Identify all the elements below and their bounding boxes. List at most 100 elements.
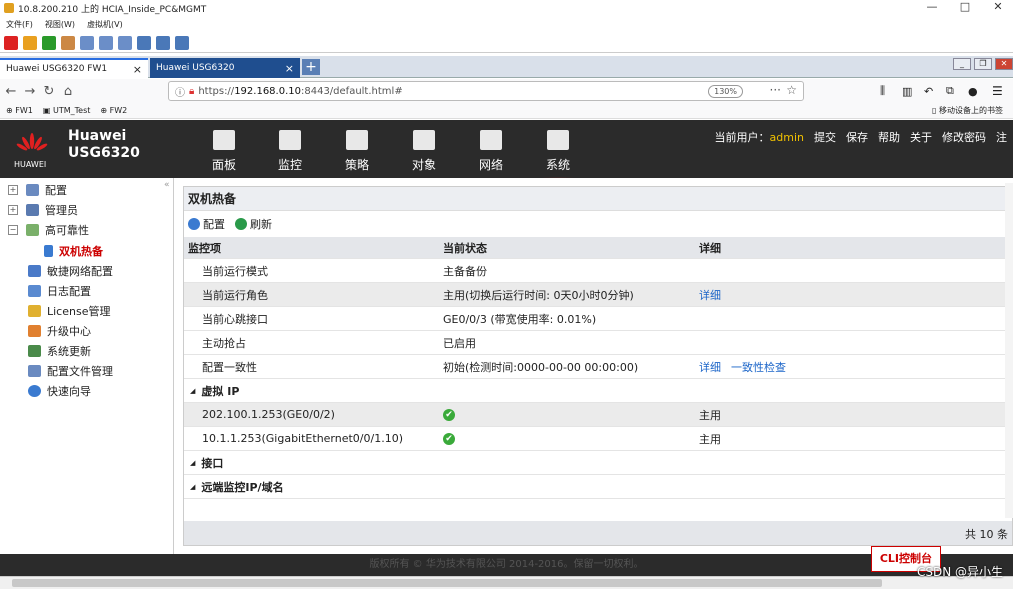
sidebar-item-config[interactable]: + 配置 bbox=[8, 181, 67, 199]
sidebar-item-label: 敏捷网络配置 bbox=[47, 265, 113, 278]
status-grid: 监控项 当前状态 详细 当前运行模式 主备备份 当前运行角色 主用(切换后运行时… bbox=[184, 237, 1012, 499]
refresh-button[interactable]: 刷新 bbox=[235, 216, 272, 232]
browser-close-button[interactable]: ✕ bbox=[995, 58, 1013, 70]
tab-usg6320[interactable]: Huawei USG6320 × bbox=[150, 58, 300, 78]
back-icon[interactable]: ← bbox=[3, 84, 19, 99]
settings-icon[interactable] bbox=[156, 35, 170, 50]
sidebar-item-agile-network[interactable]: 敏捷网络配置 bbox=[28, 262, 113, 280]
submit-button[interactable]: 提交 bbox=[814, 129, 836, 145]
logout-button[interactable]: 注 bbox=[996, 129, 1007, 145]
sidebar-item-label: 配置文件管理 bbox=[47, 365, 113, 378]
send-keys-icon[interactable] bbox=[137, 35, 151, 50]
row-detail: 主用 bbox=[699, 432, 721, 446]
sidebar-item-high-reliability[interactable]: − 高可靠性 bbox=[8, 221, 89, 239]
minimize-button[interactable]: — bbox=[922, 0, 942, 13]
info-icon[interactable]: ⓘ bbox=[175, 84, 185, 99]
help-button[interactable]: 帮助 bbox=[878, 129, 900, 145]
reload-icon[interactable]: ↻ bbox=[41, 84, 57, 99]
nav-network[interactable]: 网络 bbox=[465, 130, 517, 173]
nav-policy[interactable]: 策略 bbox=[331, 130, 383, 173]
sidebar-toggle-icon[interactable]: ▥ bbox=[902, 85, 912, 98]
change-password-button[interactable]: 修改密码 bbox=[942, 129, 986, 145]
sidebar-item-label: 双机热备 bbox=[59, 245, 103, 258]
collapse-sidebar-icon[interactable]: « bbox=[164, 180, 170, 190]
nav-system[interactable]: 系统 bbox=[526, 130, 590, 187]
vertical-scrollbar[interactable] bbox=[1005, 183, 1013, 518]
config-button[interactable]: 配置 bbox=[188, 216, 225, 232]
revert-icon[interactable] bbox=[99, 35, 113, 50]
expand-icon[interactable]: + bbox=[8, 185, 18, 195]
table-row: 10.1.1.253(GigabitEthernet0/0/1.10) ✔ 主用 bbox=[184, 427, 1012, 451]
nav-monitor[interactable]: 监控 bbox=[264, 130, 316, 173]
table-row: 202.100.1.253(GE0/0/2) ✔ 主用 bbox=[184, 403, 1012, 427]
horizontal-scrollbar[interactable] bbox=[0, 576, 1013, 589]
group-interface[interactable]: ◢ 接口 bbox=[184, 451, 1012, 475]
extension-icon[interactable]: ● bbox=[968, 85, 978, 98]
sidebar-item-upgrade-center[interactable]: 升级中心 bbox=[28, 322, 91, 340]
current-user-name: admin bbox=[769, 131, 804, 144]
sidebar-item-config-file[interactable]: 配置文件管理 bbox=[28, 362, 113, 380]
detail-link[interactable]: 详细 bbox=[699, 359, 721, 375]
menu-vm[interactable]: 虚拟机(V) bbox=[87, 19, 123, 30]
refresh-icon bbox=[235, 218, 247, 230]
close-button[interactable]: ✕ bbox=[988, 0, 1008, 13]
save-button[interactable]: 保存 bbox=[846, 129, 868, 145]
brand-name: Huawei bbox=[68, 128, 127, 144]
sidebar-item-quick-wizard[interactable]: 快速向导 bbox=[28, 382, 91, 400]
sidebar-item-admin[interactable]: + 管理员 bbox=[8, 201, 78, 219]
check-ok-icon: ✔ bbox=[443, 408, 455, 421]
panel-title: 双机热备 bbox=[184, 187, 1012, 211]
bookmark-fw2[interactable]: ⊕ FW2 bbox=[100, 106, 127, 115]
pause-icon[interactable] bbox=[23, 35, 37, 50]
forward-icon[interactable]: → bbox=[22, 84, 38, 99]
detail-link[interactable]: 详细 bbox=[699, 287, 721, 303]
tab-fw1[interactable]: Huawei USG6320 FW1 × bbox=[0, 58, 148, 78]
snapshot-icon[interactable] bbox=[80, 35, 94, 50]
nav-dashboard[interactable]: 面板 bbox=[198, 130, 250, 173]
about-button[interactable]: 关于 bbox=[910, 129, 932, 145]
expand-triangle-icon[interactable]: ◢ bbox=[190, 387, 195, 395]
play-icon[interactable] bbox=[42, 35, 56, 50]
scrollbar-thumb[interactable] bbox=[12, 579, 882, 587]
menu-file[interactable]: 文件(F) bbox=[6, 19, 33, 30]
sidebar-item-hot-standby[interactable]: 双机热备 bbox=[44, 242, 103, 260]
sidebar-item-log-config[interactable]: 日志配置 bbox=[28, 282, 91, 300]
undo-icon[interactable]: ↶ bbox=[924, 85, 933, 98]
home-icon[interactable]: ⌂ bbox=[60, 84, 76, 99]
reset-icon[interactable] bbox=[61, 35, 75, 50]
browser-minimize-button[interactable]: _ bbox=[953, 58, 971, 70]
screenshot-icon[interactable]: ⧉ bbox=[946, 84, 954, 98]
gear-icon bbox=[188, 218, 200, 230]
navigation-bar: ← → ↻ ⌂ ⓘ 🔒︎ https:// 192.168.0.10 :8443… bbox=[0, 79, 1013, 103]
hamburger-menu-icon[interactable]: ☰ bbox=[992, 84, 1003, 98]
expand-triangle-icon[interactable]: ◢ bbox=[190, 483, 195, 491]
bookmark-star-icon[interactable]: ☆ bbox=[786, 83, 797, 97]
collapse-icon[interactable]: − bbox=[8, 225, 18, 235]
new-tab-button[interactable]: + bbox=[302, 59, 320, 75]
group-virtual-ip[interactable]: ◢ 虚拟 IP bbox=[184, 379, 1012, 403]
close-tab-icon[interactable]: × bbox=[133, 63, 142, 76]
maximize-button[interactable]: □ bbox=[955, 0, 975, 13]
console-icon[interactable] bbox=[175, 35, 189, 50]
group-remote-monitor[interactable]: ◢ 远端监控IP/域名 bbox=[184, 475, 1012, 499]
consistency-check-link[interactable]: 一致性检查 bbox=[731, 359, 786, 375]
sidebar-item-license[interactable]: License管理 bbox=[28, 302, 110, 320]
browser-restore-button[interactable]: ❐ bbox=[974, 58, 992, 70]
manage-icon[interactable] bbox=[118, 35, 132, 50]
expand-icon[interactable]: + bbox=[8, 205, 18, 215]
bookmark-fw1[interactable]: ⊕ FW1 bbox=[6, 106, 33, 115]
close-tab-icon[interactable]: × bbox=[285, 62, 294, 75]
expand-triangle-icon[interactable]: ◢ bbox=[190, 459, 195, 467]
mobile-bookmarks[interactable]: ▯ 移动设备上的书签 bbox=[932, 105, 1003, 116]
stop-icon[interactable] bbox=[4, 35, 18, 50]
url-path: :8443/default.html# bbox=[300, 85, 403, 97]
library-icon[interactable]: ⫼ bbox=[880, 84, 885, 98]
dashboard-icon bbox=[213, 130, 235, 150]
menu-view[interactable]: 视图(W) bbox=[45, 19, 75, 30]
zoom-indicator[interactable]: 130% bbox=[708, 85, 743, 98]
more-actions-icon[interactable]: ··· bbox=[770, 83, 781, 97]
url-bar[interactable]: ⓘ 🔒︎ https:// 192.168.0.10 :8443/default… bbox=[168, 81, 804, 101]
nav-object[interactable]: 对象 bbox=[398, 130, 450, 173]
sidebar-item-system-update[interactable]: 系统更新 bbox=[28, 342, 91, 360]
bookmark-utm-test[interactable]: ▣ UTM_Test bbox=[43, 106, 91, 115]
